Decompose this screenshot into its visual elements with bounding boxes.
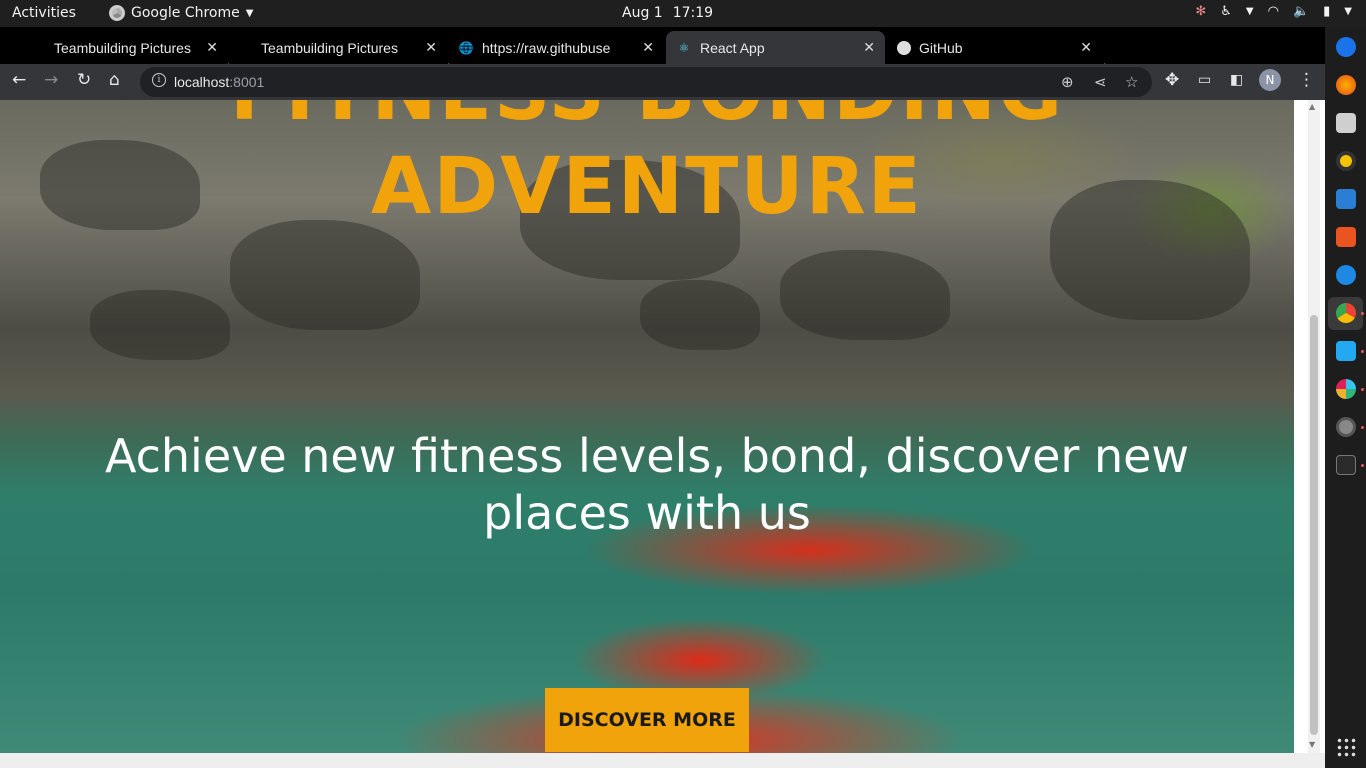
tab-teambuilding-1[interactable]: Teambuilding Pictures ✕	[30, 31, 228, 64]
tab-favicon-icon	[237, 40, 253, 56]
terminal-icon[interactable]	[1336, 455, 1356, 475]
running-indicator	[1361, 464, 1364, 467]
running-indicator	[1361, 388, 1364, 391]
page-scrollbar[interactable]: ▲ ▼	[1294, 100, 1325, 753]
menu-icon[interactable]: ⋮	[1298, 70, 1315, 90]
tab-favicon-icon	[30, 40, 46, 56]
back-button[interactable]: ←	[12, 70, 26, 90]
chrome-app-icon	[109, 5, 125, 21]
tab-github[interactable]: GitHub ✕	[897, 31, 1102, 64]
accessibility-icon[interactable]: ♿	[1220, 4, 1232, 19]
chevron-down-icon: ▼	[245, 7, 254, 19]
vscode-icon[interactable]	[1336, 341, 1356, 361]
extensions-icon[interactable]: ✥	[1165, 70, 1179, 90]
settings-icon[interactable]	[1336, 417, 1356, 437]
globe-icon: 🌐	[458, 40, 474, 55]
scroll-up-icon[interactable]: ▲	[1309, 102, 1315, 111]
profile-avatar[interactable]: N	[1259, 69, 1281, 91]
clock[interactable]: Aug 1 17:19	[622, 5, 713, 21]
address-bar[interactable]: i localhost:8001 ⊕ ⋖ ☆	[140, 67, 1152, 97]
scrollbar-thumb[interactable]	[1310, 315, 1318, 735]
tab-title: GitHub	[919, 39, 963, 56]
apps-grid-icon[interactable]	[1336, 737, 1356, 757]
forward-button[interactable]: →	[44, 70, 58, 90]
close-icon[interactable]: ✕	[206, 39, 218, 56]
tab-title: https://raw.githubuse	[482, 39, 611, 56]
running-indicator	[1361, 312, 1364, 315]
close-icon[interactable]: ✕	[642, 39, 654, 56]
tab-title: React App	[700, 39, 765, 56]
tab-title: Teambuilding Pictures	[261, 39, 398, 56]
url-port: :8001	[229, 74, 265, 90]
help-icon[interactable]	[1336, 265, 1356, 285]
hero-subtitle: Achieve new fitness levels, bond, discov…	[104, 429, 1190, 540]
reload-button[interactable]: ↻	[77, 70, 91, 90]
side-panel-icon[interactable]: ◧	[1230, 72, 1243, 88]
app-menu-label: Google Chrome	[131, 5, 240, 21]
info-icon[interactable]: i	[152, 73, 166, 87]
zoom-icon[interactable]: ⊕	[1061, 73, 1074, 91]
share-icon[interactable]: ⋖	[1094, 73, 1107, 91]
ubuntu-dock	[1325, 27, 1366, 768]
browser-toolbar: ← → ↻ ⌂ i localhost:8001 ⊕ ⋖ ☆ ✥ ▭ ◧ N ⋮	[0, 64, 1325, 100]
chevron-down-icon: ▼	[1344, 6, 1352, 17]
volume-icon[interactable]: 🔈	[1293, 4, 1309, 19]
chrome-icon[interactable]	[1336, 37, 1356, 57]
running-indicator	[1361, 350, 1364, 353]
chrome-active-icon[interactable]	[1336, 303, 1356, 323]
app-menu[interactable]: Google Chrome ▼	[109, 5, 253, 21]
url-host: localhost	[174, 74, 230, 90]
tab-strip: Teambuilding Pictures ✕ Teambuilding Pic…	[0, 27, 1325, 84]
tab-teambuilding-2[interactable]: Teambuilding Pictures ✕	[237, 31, 447, 64]
bookmark-star-icon[interactable]: ☆	[1125, 73, 1138, 91]
battery-icon[interactable]: ▮	[1323, 4, 1330, 19]
close-icon[interactable]: ✕	[425, 39, 437, 56]
address-url[interactable]: localhost:8001	[174, 74, 264, 90]
activities-button[interactable]: Activities	[12, 5, 76, 21]
slack-tray-icon[interactable]: ✻	[1195, 4, 1206, 19]
cast-icon[interactable]: ▭	[1198, 72, 1211, 88]
slack-icon[interactable]	[1336, 379, 1356, 399]
hero-title-line-2: ADVENTURE	[371, 142, 923, 232]
home-button[interactable]: ⌂	[109, 70, 120, 90]
horizontal-scroll-area	[0, 753, 1325, 768]
tab-react-app[interactable]: ⚛ React App ✕	[666, 31, 885, 64]
discover-more-button[interactable]: DISCOVER MORE	[545, 688, 749, 752]
rhythmbox-icon[interactable]	[1336, 151, 1356, 171]
clock-time: 17:19	[672, 5, 714, 21]
page-viewport: FITNESS BONDING ADVENTURE Achieve new fi…	[0, 100, 1294, 753]
files-icon[interactable]	[1336, 113, 1356, 133]
writer-icon[interactable]	[1336, 189, 1356, 209]
tab-title: Teambuilding Pictures	[54, 39, 191, 56]
close-icon[interactable]: ✕	[863, 39, 875, 56]
github-icon	[897, 40, 911, 55]
wifi-icon[interactable]: ◠	[1268, 4, 1279, 19]
system-tray[interactable]: ✻ ♿ ▼ ◠ 🔈 ▮ ▼	[1195, 4, 1352, 19]
hero-title-line-1: FITNESS BONDING	[0, 100, 1294, 138]
software-icon[interactable]	[1336, 227, 1356, 247]
chevron-down-icon: ▼	[1245, 6, 1254, 17]
firefox-icon[interactable]	[1336, 75, 1356, 95]
system-top-bar: Activities Google Chrome ▼ Aug 1 17:19 ✻…	[0, 0, 1366, 27]
scroll-down-icon[interactable]: ▼	[1309, 740, 1315, 749]
react-icon: ⚛	[678, 40, 690, 55]
running-indicator	[1361, 426, 1364, 429]
close-icon[interactable]: ✕	[1080, 39, 1092, 56]
tab-raw-github[interactable]: 🌐 https://raw.githubuse ✕	[458, 31, 664, 64]
clock-date: Aug 1	[622, 5, 663, 21]
